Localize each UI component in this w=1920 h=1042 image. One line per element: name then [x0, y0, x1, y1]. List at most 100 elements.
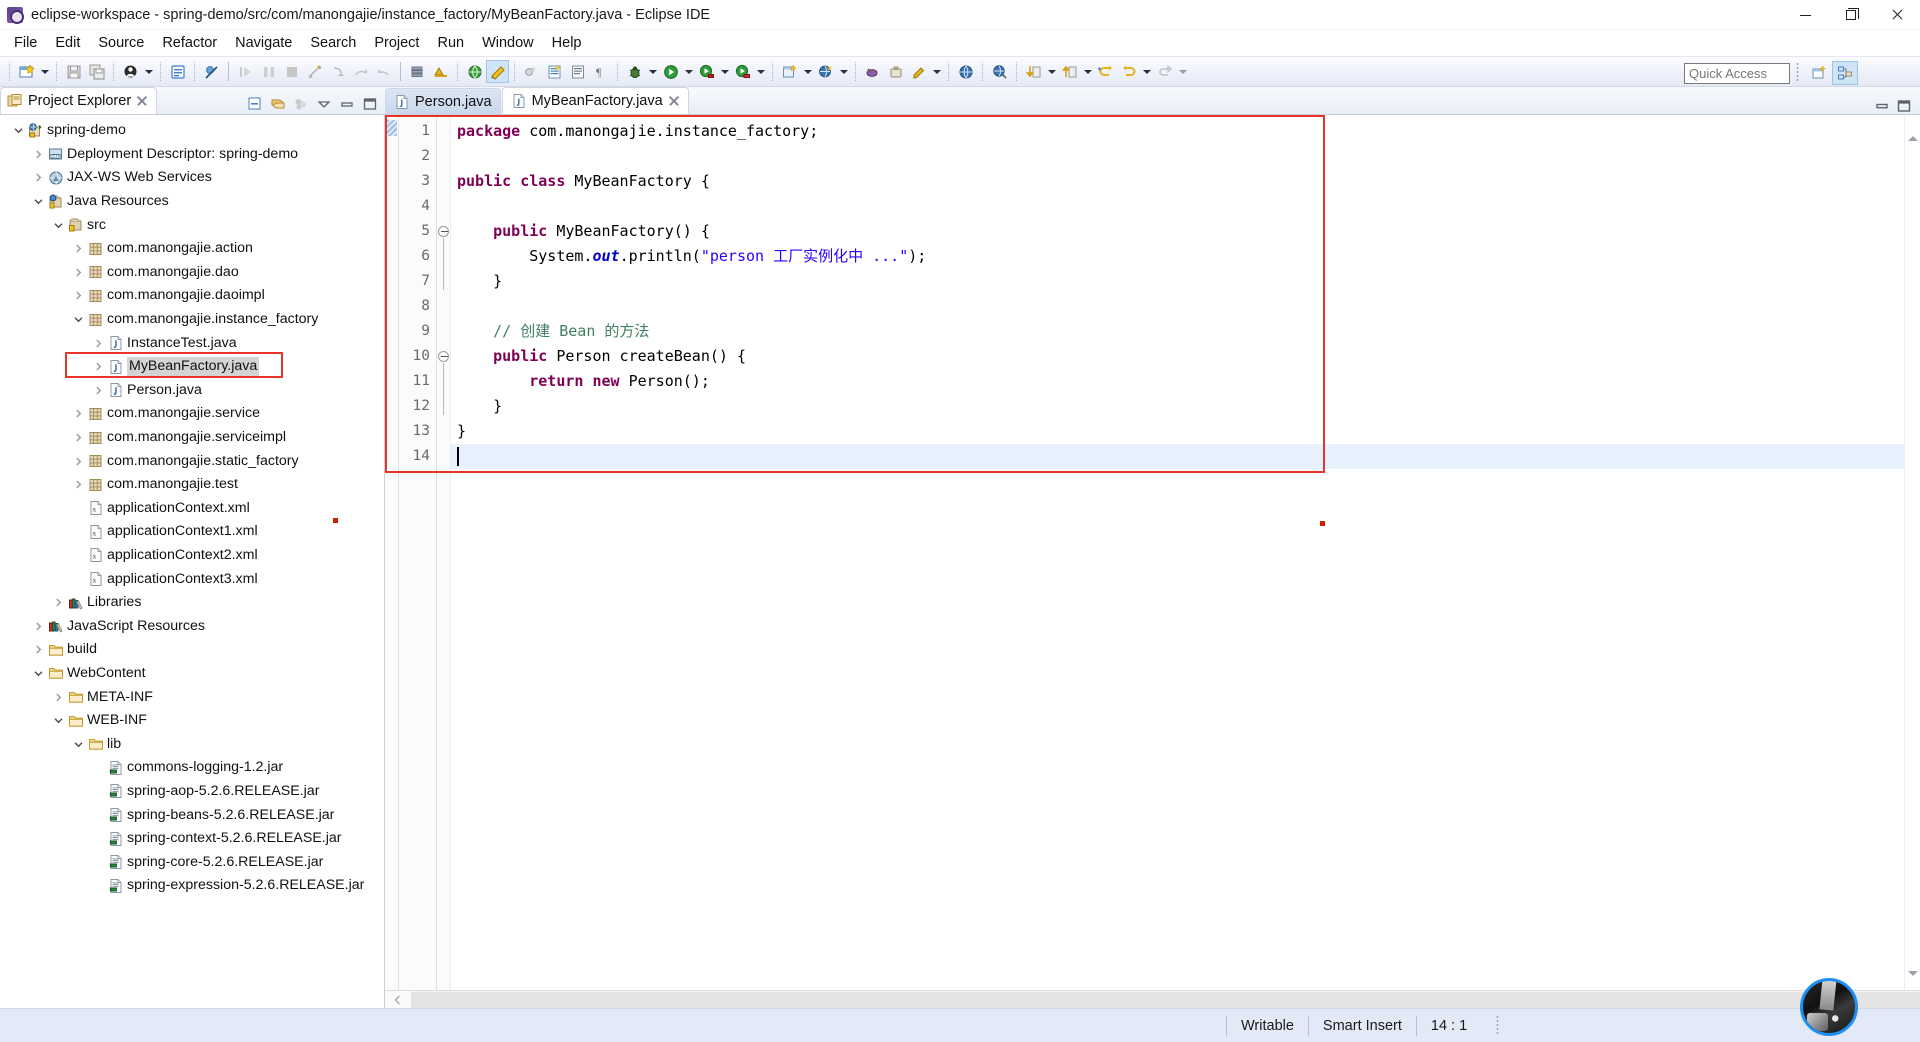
editor-tab-person[interactable]: Person.java — [385, 88, 501, 114]
editor-tab-mybeanfactory[interactable]: MyBeanFactory.java — [501, 87, 689, 114]
close-button[interactable] — [1874, 0, 1920, 30]
tree-item[interactable]: com.manongajie.daoimpl — [0, 284, 384, 308]
code-line[interactable]: System.out.println("person 工厂实例化中 ..."); — [457, 244, 1920, 269]
tree-item[interactable]: MyBeanFactory.java — [0, 355, 384, 379]
toggle-mark-occurrences-icon[interactable] — [486, 60, 509, 83]
tree-item[interactable]: com.manongajie.dao — [0, 261, 384, 285]
new-package-dropdown-icon[interactable] — [837, 60, 850, 83]
chevron-down-icon[interactable] — [50, 712, 67, 729]
menu-navigate[interactable]: Navigate — [226, 31, 301, 55]
new-server-icon[interactable] — [406, 60, 429, 83]
previous-annotation-icon[interactable] — [1058, 60, 1081, 83]
chevron-right-icon[interactable] — [70, 476, 87, 493]
tree-item[interactable]: com.manongajie.static_factory — [0, 449, 384, 473]
disconnect-icon[interactable] — [303, 60, 326, 83]
fold-collapse-icon[interactable] — [438, 351, 449, 362]
tree-item[interactable]: spring-aop-5.2.6.RELEASE.jar — [0, 780, 384, 804]
chevron-right-icon[interactable] — [70, 264, 87, 281]
new-wizard-dropdown-icon[interactable] — [38, 60, 51, 83]
resume-icon[interactable] — [234, 60, 257, 83]
view-menu-icon[interactable] — [314, 94, 334, 114]
tree-item[interactable]: x applicationContext2.xml — [0, 544, 384, 568]
status-drag-handle[interactable] — [1495, 1015, 1502, 1036]
chevron-down-icon[interactable] — [30, 193, 47, 210]
code-line[interactable]: return new Person(); — [457, 369, 1920, 394]
close-icon[interactable] — [668, 95, 680, 107]
chevron-down-icon[interactable] — [30, 665, 47, 682]
tree-item[interactable]: spring-demo — [0, 119, 384, 143]
tree-item[interactable]: spring-context-5.2.6.RELEASE.jar — [0, 827, 384, 851]
project-explorer-tab[interactable]: Project Explorer — [0, 87, 158, 114]
tree-item[interactable]: spring-expression-5.2.6.RELEASE.jar — [0, 874, 384, 898]
menu-help[interactable]: Help — [543, 31, 591, 55]
menu-source[interactable]: Source — [89, 31, 153, 55]
chevron-right-icon[interactable] — [30, 169, 47, 186]
horizontal-scroll-thumb[interactable] — [411, 991, 1920, 1008]
quick-access-input[interactable] — [1684, 62, 1790, 84]
tree-item[interactable]: x applicationContext1.xml — [0, 520, 384, 544]
back-dropdown-icon[interactable] — [1140, 60, 1153, 83]
step-return-icon[interactable] — [372, 60, 395, 83]
search-icon[interactable] — [861, 60, 884, 83]
new-html-icon[interactable] — [566, 60, 589, 83]
editor-body[interactable]: 1 2 3 4 5 6 7 8 9 10 11 12 13 14 package com.manongaj… — [385, 114, 1920, 993]
external-tools-dropdown-icon[interactable] — [718, 60, 731, 83]
new-java-class-dropdown-icon[interactable] — [142, 60, 155, 83]
tree-item[interactable]: Person.java — [0, 379, 384, 403]
menu-window[interactable]: Window — [473, 31, 543, 55]
tree-item[interactable]: 3.0 Deployment Descriptor: spring-demo — [0, 143, 384, 167]
editor-vertical-scrollbar[interactable] — [1904, 115, 1920, 993]
next-annotation-icon[interactable] — [1022, 60, 1045, 83]
publish-icon[interactable] — [429, 60, 452, 83]
save-icon[interactable] — [62, 60, 85, 83]
code-line[interactable]: public class MyBeanFactory { — [457, 169, 1920, 194]
code-line[interactable]: } — [457, 394, 1920, 419]
menu-run[interactable]: Run — [428, 31, 473, 55]
globe-search-icon[interactable] — [988, 60, 1011, 83]
code-line[interactable]: // 创建 Bean 的方法 — [457, 319, 1920, 344]
annotation-dropdown-icon[interactable] — [930, 60, 943, 83]
minimize-editor-icon[interactable] — [1874, 98, 1890, 114]
debug-dropdown-icon[interactable] — [646, 60, 659, 83]
new-xml-icon[interactable] — [520, 60, 543, 83]
chevron-down-icon[interactable] — [10, 122, 27, 139]
tree-item[interactable]: com.manongajie.service — [0, 402, 384, 426]
minimize-view-icon[interactable] — [337, 94, 357, 114]
tree-item[interactable]: JavaScript Resources — [0, 614, 384, 638]
tree-item[interactable]: JAX-WS Web Services — [0, 166, 384, 190]
tree-item[interactable]: spring-core-5.2.6.RELEASE.jar — [0, 850, 384, 874]
tree-item[interactable]: commons-logging-1.2.jar — [0, 756, 384, 780]
chevron-right-icon[interactable] — [90, 358, 107, 375]
maximize-view-icon[interactable] — [360, 94, 380, 114]
code-line[interactable]: } — [457, 419, 1920, 444]
toolbar-drag-handle[interactable] — [1795, 63, 1801, 83]
code-line[interactable] — [457, 194, 1920, 219]
chevron-right-icon[interactable] — [50, 594, 67, 611]
chevron-down-icon[interactable] — [70, 736, 87, 753]
chevron-up-icon[interactable] — [1908, 119, 1918, 141]
tree-item[interactable]: build — [0, 638, 384, 662]
save-all-icon[interactable] — [85, 60, 108, 83]
tree-item[interactable]: WebContent — [0, 662, 384, 686]
collapse-all-icon[interactable] — [245, 94, 265, 114]
tree-item[interactable]: InstanceTest.java — [0, 331, 384, 355]
tree-item[interactable]: com.manongajie.action — [0, 237, 384, 261]
chevron-right-icon[interactable] — [90, 382, 107, 399]
skip-breakpoints-icon[interactable] — [200, 60, 223, 83]
previous-annotation-dropdown-icon[interactable] — [1081, 60, 1094, 83]
tree-item[interactable]: src — [0, 213, 384, 237]
tree-item[interactable]: x applicationContext.xml — [0, 497, 384, 521]
chevron-right-icon[interactable] — [70, 405, 87, 422]
open-type-icon[interactable] — [166, 60, 189, 83]
editor-horizontal-scrollbar[interactable] — [385, 990, 1920, 1008]
code-line[interactable]: public Person createBean() { — [457, 344, 1920, 369]
chevron-right-icon[interactable] — [30, 641, 47, 658]
close-icon[interactable] — [136, 95, 148, 107]
chevron-down-icon[interactable] — [50, 217, 67, 234]
chevron-right-icon[interactable] — [70, 453, 87, 470]
run-dropdown-icon[interactable] — [682, 60, 695, 83]
new-package-icon[interactable] — [814, 60, 837, 83]
show-whitespace-icon[interactable]: ¶ — [589, 60, 612, 83]
code-line[interactable]: } — [457, 269, 1920, 294]
project-explorer-tree[interactable]: spring-demo 3.0 Deployment Descriptor: spr… — [0, 114, 385, 1008]
